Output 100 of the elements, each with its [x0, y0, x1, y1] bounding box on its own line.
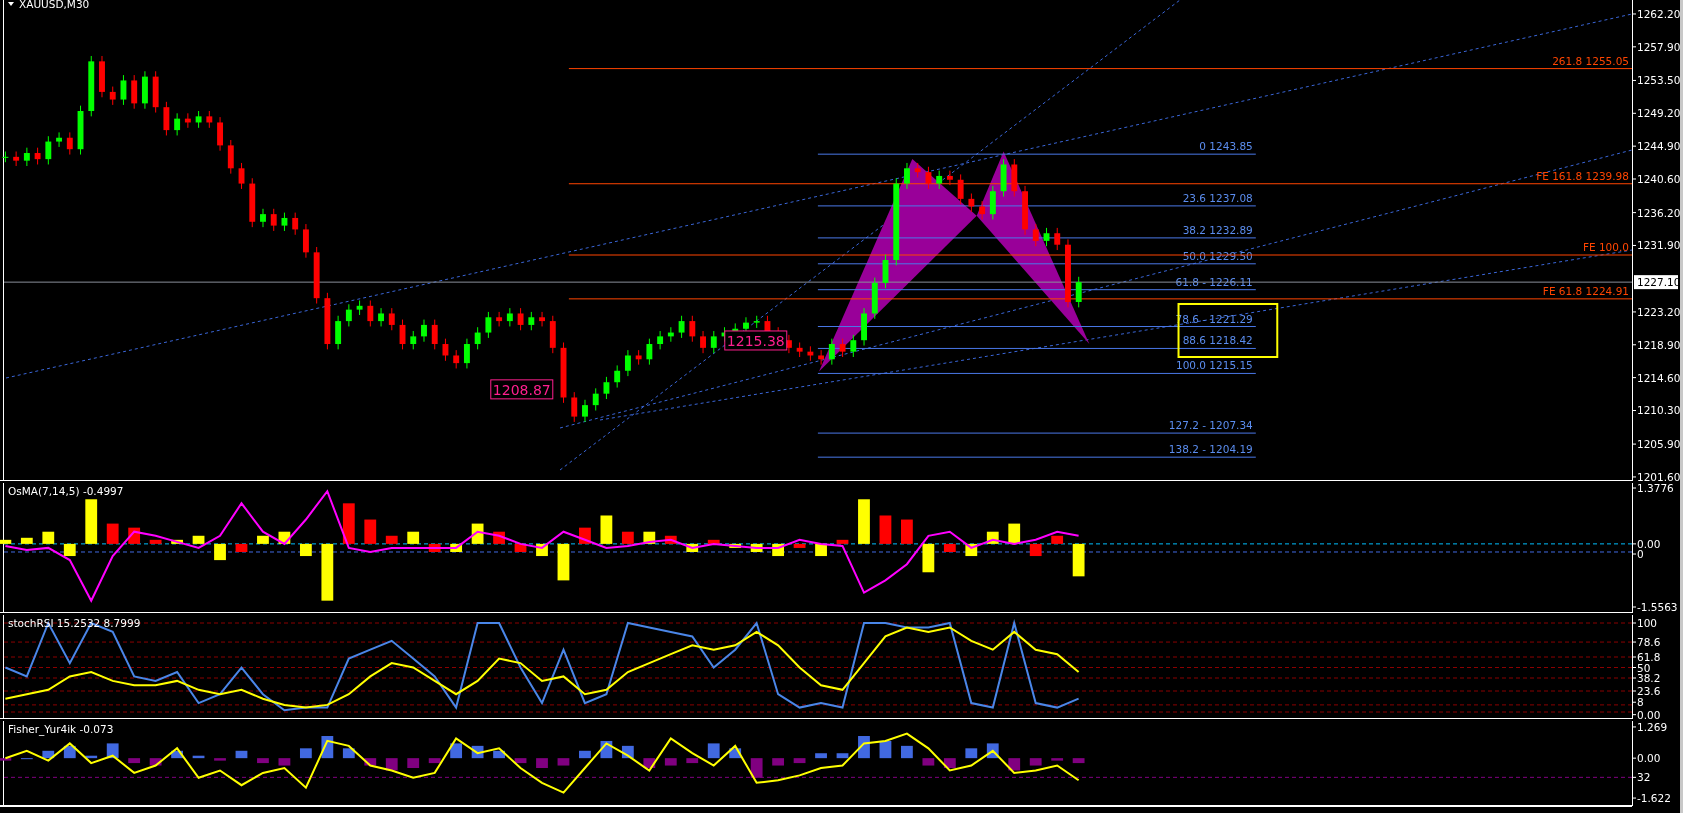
histogram-bar — [1008, 523, 1021, 544]
histogram-bar — [772, 758, 784, 766]
histogram-bar — [192, 755, 205, 759]
axis-label: 100 — [1637, 617, 1658, 629]
histogram-bar — [128, 758, 141, 764]
axis-label: 38.2 — [1637, 672, 1661, 684]
histogram-bar — [922, 758, 935, 766]
axis-label: 32 — [1637, 771, 1651, 784]
axis-label: 78.6 — [1637, 636, 1661, 649]
histogram-bar — [106, 523, 119, 544]
histogram-bar — [450, 743, 463, 759]
axis-label: 1218.90 — [1637, 338, 1680, 351]
axis-label: 1231.90 — [1637, 239, 1680, 252]
histogram-bar — [407, 758, 420, 768]
histogram-bar — [536, 543, 548, 557]
expansion-label: FE 100.0 — [1582, 241, 1629, 253]
histogram-bar — [493, 531, 505, 544]
scroll-bar[interactable] — [1680, 0, 1683, 813]
histogram-bar — [85, 499, 98, 544]
histogram-bar — [257, 758, 269, 764]
fibonacci-label: 127.2 - 1207.34 — [1168, 419, 1253, 432]
axis-label: 0.00 — [1637, 752, 1661, 765]
histogram-bar — [149, 758, 162, 766]
axis-label: 1210.30 — [1637, 404, 1680, 417]
histogram-bar — [300, 748, 312, 759]
axis-label: 1201.60 — [1637, 470, 1680, 481]
histogram-bar — [943, 758, 956, 768]
histogram-bar — [750, 543, 763, 552]
axis-label: 1214.60 — [1637, 371, 1680, 384]
symbol-title: XAUUSD,M30 — [8, 0, 90, 10]
histogram-bar — [600, 515, 613, 544]
histogram-bar — [1051, 535, 1064, 544]
expansion-label: 261.8 1255.05 — [1552, 54, 1629, 67]
histogram-bar — [321, 543, 334, 601]
axis-label: 1.269 — [1637, 721, 1668, 733]
expansion-label: FE 161.8 1239.98 — [1536, 169, 1629, 182]
histogram-bar — [171, 539, 183, 544]
histogram-bar — [536, 758, 548, 768]
histogram-bar — [171, 750, 183, 759]
histogram-bar — [385, 758, 398, 771]
histogram-bar — [149, 539, 162, 544]
fibonacci-label: 88.6 1218.42 — [1182, 334, 1253, 347]
axis-label: 8 — [1637, 696, 1644, 709]
histogram-bar — [342, 503, 355, 544]
histogram-bar — [922, 543, 935, 573]
indicator-title: Fisher_Yur4ik -0.073 — [8, 723, 114, 735]
histogram-bar — [385, 535, 398, 544]
fibonacci-label: 138.2 - 1204.19 — [1168, 443, 1253, 456]
histogram-bar — [0, 539, 12, 544]
axis-label: -1.622 — [1637, 792, 1671, 805]
axis-label: 1253.50 — [1637, 74, 1680, 87]
indicator-title: stochRSI 15.2532 8.7999 — [8, 617, 141, 629]
histogram-bar — [342, 748, 355, 759]
histogram-bar — [901, 745, 913, 759]
histogram-bar — [943, 543, 956, 552]
histogram-bar — [557, 758, 570, 766]
fibonacci-label: 50.0 1229.50 — [1182, 249, 1253, 262]
histogram-bar — [729, 543, 742, 548]
histogram-bar — [42, 750, 55, 759]
axis-label: 1223.20 — [1637, 305, 1680, 318]
histogram-bar — [235, 750, 248, 759]
fibonacci-label: 38.2 1232.89 — [1182, 223, 1253, 236]
histogram-bar — [1072, 543, 1085, 577]
histogram-bar — [707, 539, 720, 544]
histogram-bar — [514, 758, 527, 764]
histogram-bar — [42, 531, 55, 544]
histogram-bar — [428, 758, 441, 764]
indicator-title: OsMA(7,14,5) -0.4997 — [8, 485, 124, 497]
histogram-bar — [557, 543, 570, 581]
histogram-bar — [686, 543, 699, 552]
histogram-bar — [407, 531, 420, 544]
histogram-bar — [364, 519, 377, 544]
histogram-bar — [901, 519, 913, 544]
fibonacci-label: 0 1243.85 — [1199, 140, 1253, 153]
histogram-bar — [514, 543, 527, 552]
axis-label: 1205.90 — [1637, 438, 1680, 451]
axis-label: 0 — [1637, 548, 1644, 560]
histogram-bar — [965, 748, 978, 759]
histogram-bar — [192, 535, 205, 544]
histogram-bar — [214, 543, 226, 561]
histogram-bar — [793, 758, 806, 764]
price-tag: 1208.87 — [490, 379, 554, 400]
price-tag: 1215.38 — [724, 330, 788, 351]
axis-label: 1244.90 — [1637, 140, 1680, 153]
histogram-bar — [643, 758, 656, 768]
expansion-label: FE 61.8 1224.91 — [1542, 284, 1629, 297]
axis-label: 0.00 — [1637, 708, 1661, 719]
histogram-bar — [686, 758, 699, 764]
histogram-bar — [729, 748, 742, 759]
histogram-bar — [493, 750, 505, 759]
axis-label: 50 — [1637, 661, 1651, 674]
histogram-bar — [793, 543, 806, 548]
histogram-bar — [0, 758, 12, 761]
axis-label: 1257.90 — [1637, 40, 1680, 53]
histogram-bar — [707, 743, 720, 759]
histogram-bar — [450, 543, 463, 552]
histogram-bar — [1051, 758, 1064, 761]
axis-label: 1236.20 — [1637, 206, 1680, 219]
histogram-bar — [579, 750, 591, 759]
axis-label: 1.3776 — [1637, 483, 1674, 494]
